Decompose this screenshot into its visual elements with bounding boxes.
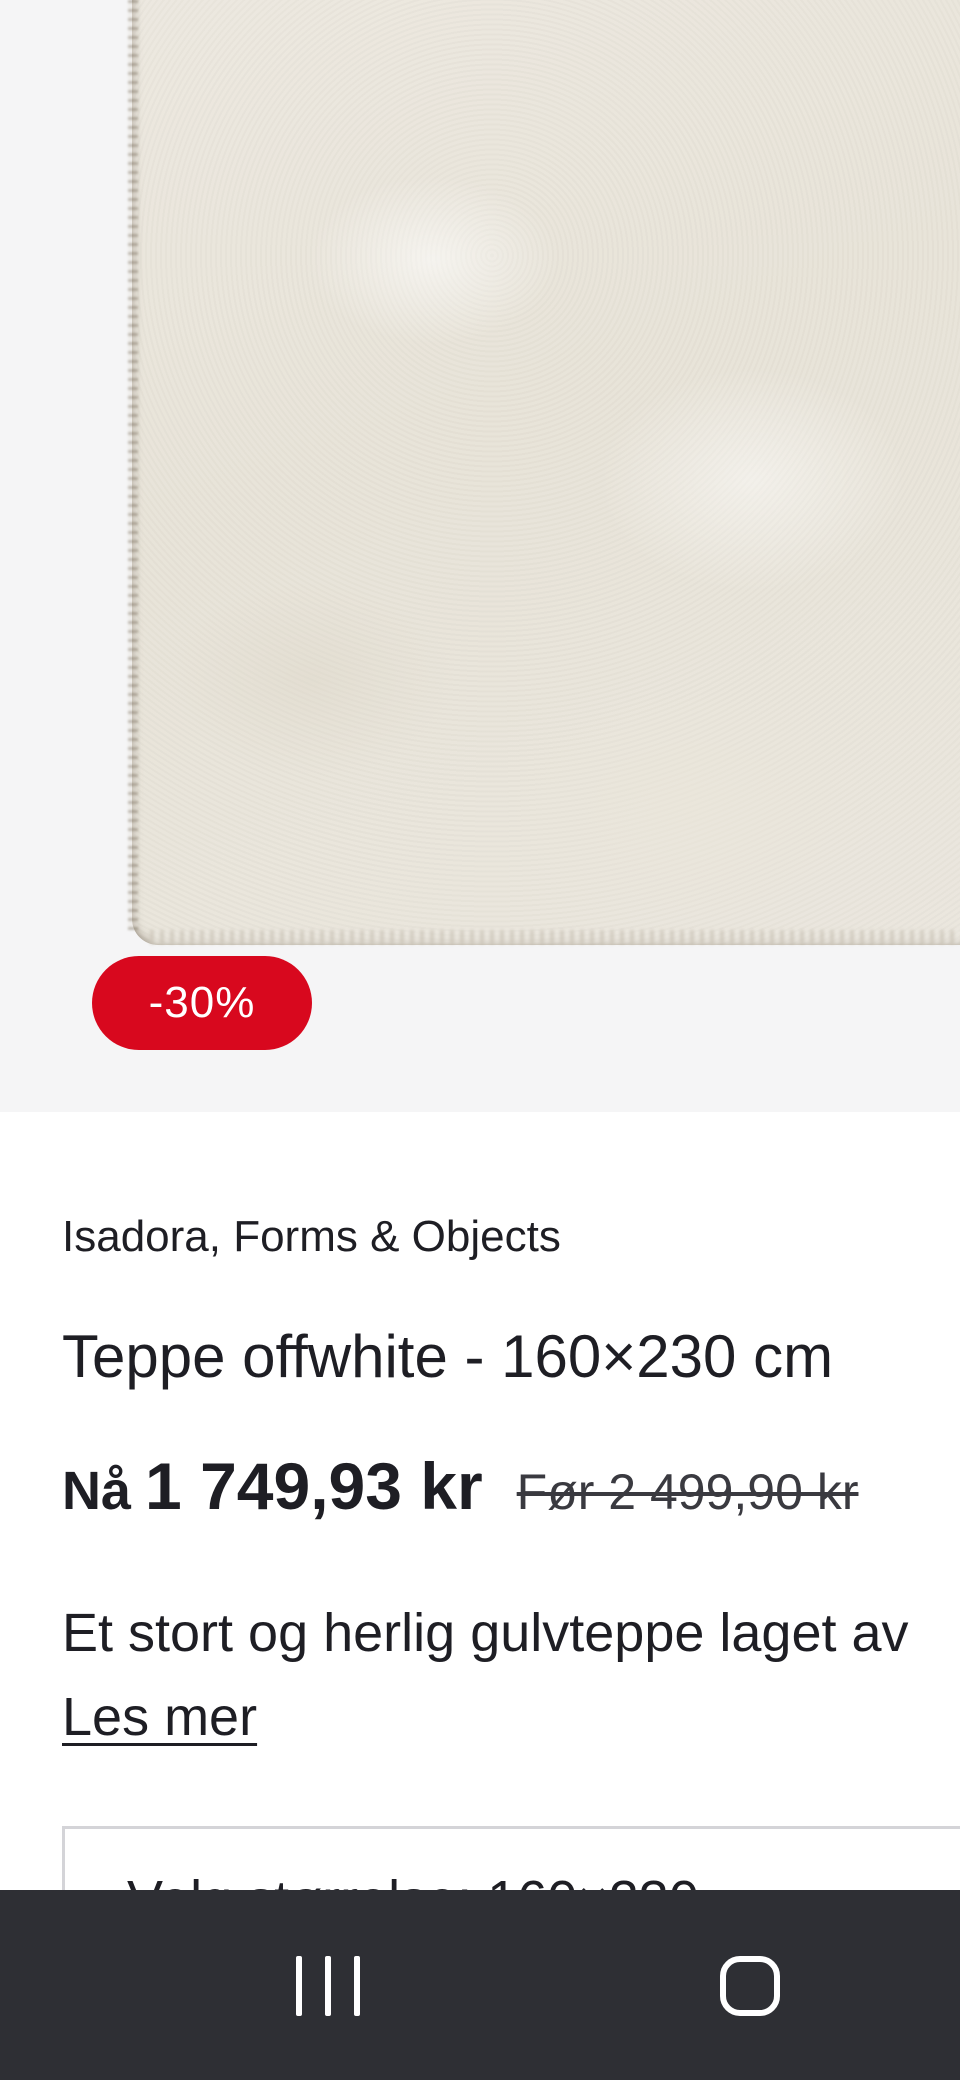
rug-fringe-bottom xyxy=(150,930,960,944)
recents-bar xyxy=(296,1956,302,2016)
rug-photo xyxy=(132,0,960,945)
product-image[interactable]: -30% xyxy=(0,0,960,1112)
price-before: Før 2 499,90 kr xyxy=(516,1464,859,1520)
rug-fringe-left xyxy=(128,0,138,930)
product-description: Et stort og herlig gulvteppe laget av xyxy=(62,1603,909,1663)
read-more-link[interactable]: Les mer xyxy=(62,1686,257,1748)
discount-badge: -30% xyxy=(92,956,312,1050)
product-title: Teppe offwhite - 160×230 cm xyxy=(62,1323,834,1390)
recents-bar xyxy=(354,1956,360,2016)
product-brand[interactable]: Isadora, Forms & Objects xyxy=(62,1212,561,1262)
price-now: 1 749,93 kr xyxy=(145,1449,483,1523)
system-nav-bar xyxy=(0,1890,960,2080)
price-row: Nå 1 749,93 kr Før 2 499,90 kr xyxy=(62,1448,858,1528)
product-page: -30% Isadora, Forms & Objects Teppe offw… xyxy=(0,0,960,2080)
home-icon[interactable] xyxy=(720,1956,780,2016)
recents-icon[interactable] xyxy=(296,1956,360,2016)
price-now-label: Nå xyxy=(62,1461,132,1521)
recents-bar xyxy=(325,1956,331,2016)
